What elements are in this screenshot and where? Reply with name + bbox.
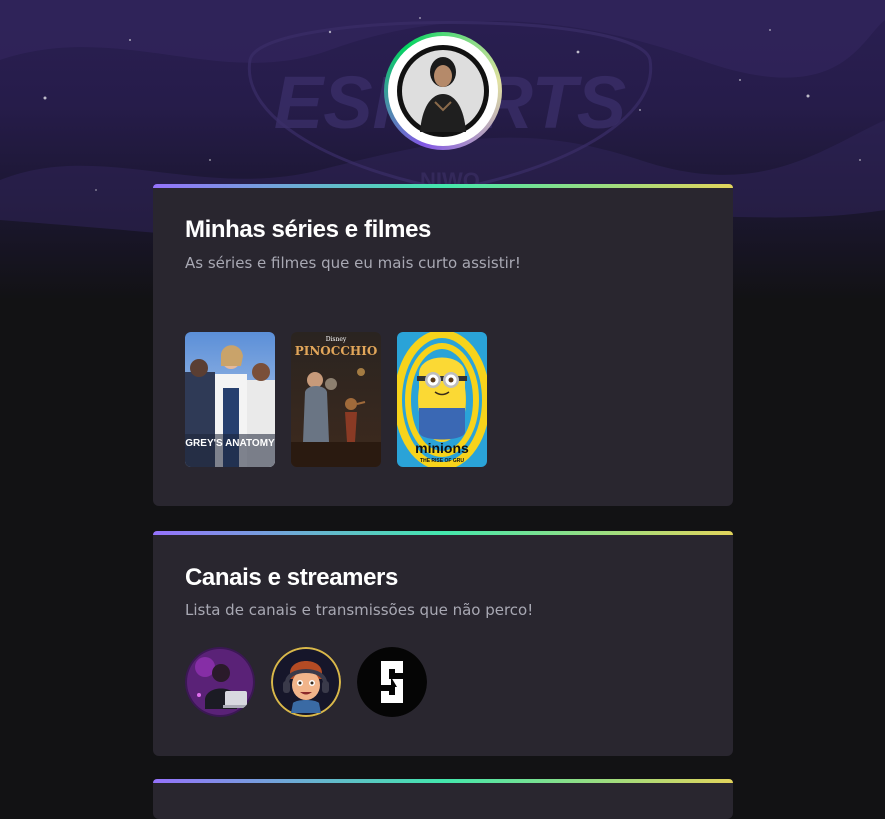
movies-section-title: Minhas séries e filmes xyxy=(185,216,431,243)
svg-text:GREY'S ANATOMY: GREY'S ANATOMY xyxy=(185,438,275,449)
pinocchio-poster-icon: Disney PINOCCHIO xyxy=(291,332,381,467)
svg-text:Disney: Disney xyxy=(326,336,347,343)
greys-anatomy-poster-icon: GREY'S ANATOMY xyxy=(185,332,275,467)
channel-item-2[interactable] xyxy=(271,647,341,717)
channels-card: Canais e streamers Lista de canais e tra… xyxy=(153,531,733,756)
svg-text:minions: minions xyxy=(415,440,469,456)
profile-avatar[interactable] xyxy=(384,32,502,150)
next-card xyxy=(153,779,733,819)
movies-section-subtitle: As séries e filmes que eu mais curto ass… xyxy=(185,254,521,272)
profile-photo-icon xyxy=(397,45,489,137)
svg-text:THE RISE OF GRU: THE RISE OF GRU xyxy=(420,458,464,464)
movies-card: Minhas séries e filmes As séries e filme… xyxy=(153,184,733,506)
minions-poster-icon: minions THE RISE OF GRU xyxy=(397,332,487,467)
channel-logo-s-icon xyxy=(357,647,427,717)
channel-item-1[interactable] xyxy=(185,647,255,717)
channels-section-subtitle: Lista de canais e transmissões que não p… xyxy=(185,601,534,619)
cartoon-gamer-avatar-icon xyxy=(271,647,341,717)
channels-section-title: Canais e streamers xyxy=(185,564,398,591)
channel-item-3[interactable] xyxy=(357,647,427,717)
streamer-avatar-icon xyxy=(185,647,255,717)
poster-greys-anatomy[interactable]: GREY'S ANATOMY xyxy=(185,332,275,467)
poster-minions[interactable]: minions THE RISE OF GRU xyxy=(397,332,487,467)
svg-text:PINOCCHIO: PINOCCHIO xyxy=(295,344,378,358)
poster-pinocchio[interactable]: Disney PINOCCHIO xyxy=(291,332,381,467)
